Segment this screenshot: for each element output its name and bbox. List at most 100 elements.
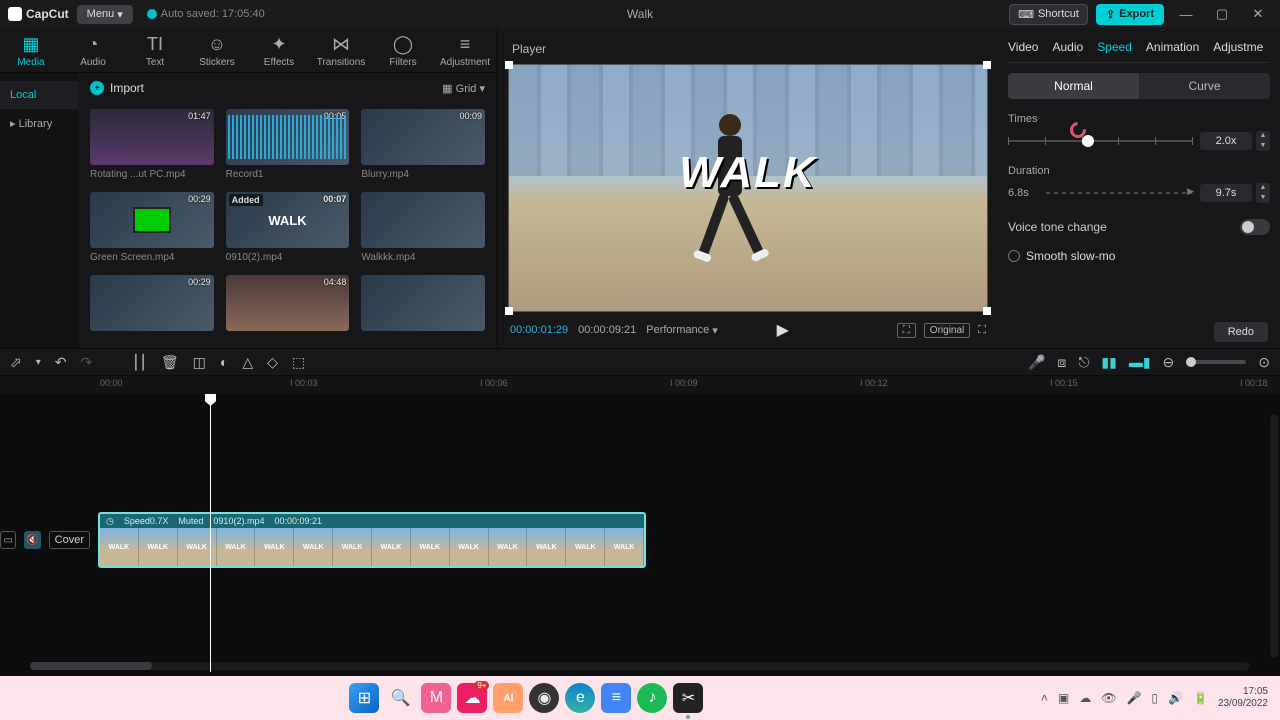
performance-dropdown[interactable]: Performance ▾: [646, 324, 718, 337]
minimize-button[interactable]: —: [1172, 3, 1200, 25]
tray-wifi-icon[interactable]: 👁: [1101, 691, 1116, 705]
shortcut-button[interactable]: ⌨Shortcut: [1009, 4, 1088, 25]
taskbar-app[interactable]: M: [421, 683, 451, 713]
tray-gpu-icon[interactable]: ▣: [1058, 691, 1069, 705]
duration-slider[interactable]: [1046, 192, 1192, 194]
taskbar-capcut[interactable]: ✂: [673, 683, 703, 713]
duration-value[interactable]: 9.7s: [1200, 184, 1252, 202]
lock-track-button[interactable]: ▭: [0, 531, 16, 549]
media-item[interactable]: Added00:07WALK0910(2).mp4: [226, 192, 350, 263]
tray-mic-icon[interactable]: 🎤: [1126, 691, 1141, 705]
play-button[interactable]: ▶: [777, 320, 789, 340]
redo-button[interactable]: Redo: [1214, 322, 1268, 342]
view-toggle[interactable]: ▦ Grid ▾: [442, 82, 485, 95]
tray-battery-icon[interactable]: 🔋: [1193, 691, 1208, 705]
media-item[interactable]: 00:09Blurry.mp4: [361, 109, 485, 180]
taskbar-obs[interactable]: ◉: [529, 683, 559, 713]
timeline-mode-icon[interactable]: ▬▮: [1129, 354, 1151, 371]
media-item[interactable]: 00:29Green Screen.mp4: [90, 192, 214, 263]
smooth-slowmo-row[interactable]: Smooth slow-mo: [1008, 249, 1270, 263]
playhead[interactable]: [210, 394, 211, 672]
timeline-clip[interactable]: ◷ Speed0.7X Muted 0910(2).mp4 00:00:09:2…: [98, 512, 646, 568]
preview-cut-icon[interactable]: ▮▮: [1101, 354, 1116, 371]
mic-icon[interactable]: 🎤: [1028, 354, 1045, 371]
times-slider[interactable]: [1008, 140, 1192, 142]
resize-handle[interactable]: [505, 61, 513, 69]
tab-stickers[interactable]: ☺Stickers: [186, 28, 248, 72]
taskbar-spotify[interactable]: ♪: [637, 683, 667, 713]
tab-video[interactable]: Video: [1008, 40, 1038, 54]
crop-frame-tool[interactable]: ◫: [193, 354, 206, 371]
cover-button[interactable]: Cover: [49, 531, 90, 549]
resize-handle[interactable]: [983, 307, 991, 315]
media-item[interactable]: 00:05Record1: [226, 109, 350, 180]
voice-tone-toggle[interactable]: [1240, 219, 1270, 235]
tab-audio[interactable]: Audio: [1052, 40, 1083, 54]
link-icon[interactable]: ⎋: [1078, 354, 1089, 371]
mirror-tool[interactable]: △: [242, 354, 253, 371]
tab-media[interactable]: ▦Media: [0, 28, 62, 72]
tab-transitions[interactable]: ⋈Transitions: [310, 28, 372, 72]
split-tool[interactable]: ⎮⎮: [132, 354, 147, 371]
resize-handle[interactable]: [505, 307, 513, 315]
import-button[interactable]: +Import: [90, 81, 144, 95]
timeline-ruler[interactable]: 00:00 I 00:03 I 00:06 I 00:09 I 00:12 I …: [0, 376, 1280, 394]
redo-button-toolbar[interactable]: ↷: [81, 354, 93, 371]
tab-animation[interactable]: Animation: [1146, 40, 1199, 54]
tab-text[interactable]: TIText: [124, 28, 186, 72]
rotate-tool[interactable]: ◇: [267, 354, 278, 371]
chevron-down-icon[interactable]: ▾: [36, 357, 41, 368]
tab-effects[interactable]: ✦Effects: [248, 28, 310, 72]
tab-speed[interactable]: Speed: [1097, 40, 1132, 54]
mode-normal[interactable]: Normal: [1008, 73, 1139, 99]
taskbar-clock[interactable]: 17:0523/09/2022: [1218, 686, 1268, 710]
fullscreen-button[interactable]: ⛶: [978, 324, 986, 337]
mode-curve[interactable]: Curve: [1139, 73, 1270, 99]
tab-filters[interactable]: ◯Filters: [372, 28, 434, 72]
tray-cast-icon[interactable]: ▯: [1151, 691, 1158, 705]
undo-button[interactable]: ↶: [55, 354, 67, 371]
media-item[interactable]: [361, 275, 485, 335]
zoom-out-button[interactable]: ⊖: [1163, 354, 1175, 371]
resize-handle[interactable]: [983, 61, 991, 69]
taskbar-search[interactable]: 🔍: [385, 683, 415, 713]
zoom-slider[interactable]: [1186, 360, 1246, 364]
tab-adjustment[interactable]: Adjustme: [1213, 40, 1263, 54]
duration-stepper[interactable]: ▲▼: [1256, 183, 1270, 203]
maximize-button[interactable]: ▢: [1208, 3, 1236, 25]
start-button[interactable]: ⊞: [349, 683, 379, 713]
taskbar-edge[interactable]: e: [565, 683, 595, 713]
tab-adjustment[interactable]: ≡Adjustment: [434, 28, 496, 72]
tray-onedrive-icon[interactable]: ☁: [1079, 691, 1091, 705]
taskbar-app[interactable]: AI: [493, 683, 523, 713]
delete-tool[interactable]: 🗑: [161, 354, 179, 371]
media-item[interactable]: 01:47Rotating ...ut PC.mp4: [90, 109, 214, 180]
export-button[interactable]: ⇪Export: [1096, 4, 1164, 25]
vertical-scrollbar[interactable]: [1270, 414, 1278, 658]
media-item[interactable]: 04:48: [226, 275, 350, 335]
tray-volume-icon[interactable]: 🔊: [1168, 691, 1183, 705]
close-button[interactable]: ✕: [1244, 3, 1272, 25]
track-area[interactable]: ▭ 🔇 Cover ◷ Speed0.7X Muted 0910(2).mp4 …: [0, 394, 1280, 672]
player-viewport[interactable]: WALK: [508, 64, 988, 312]
taskbar-docs[interactable]: ≡: [601, 683, 631, 713]
taskbar-app[interactable]: ☁9+: [457, 683, 487, 713]
mute-track-button[interactable]: 🔇: [24, 531, 40, 549]
tab-audio[interactable]: ◔Audio: [62, 28, 124, 72]
times-stepper[interactable]: ▲▼: [1256, 131, 1270, 151]
crop-tool[interactable]: ⬚: [292, 354, 305, 371]
media-item[interactable]: 00:29: [90, 275, 214, 335]
sidebar-local[interactable]: Local: [0, 81, 78, 109]
media-item[interactable]: Walkkk.mp4: [361, 192, 485, 263]
tray-chevron-icon[interactable]: ˄: [1041, 691, 1048, 705]
menu-button[interactable]: Menu▾: [77, 5, 133, 24]
sidebar-library[interactable]: ▸ Library: [0, 109, 78, 138]
horizontal-scrollbar[interactable]: [30, 662, 1250, 670]
ratio-button[interactable]: ⛶: [897, 323, 916, 338]
zoom-fit-button[interactable]: ⊙: [1258, 354, 1270, 371]
reverse-tool[interactable]: ◐: [220, 354, 228, 370]
magnet-icon[interactable]: ⧈: [1057, 354, 1066, 371]
times-value[interactable]: 2.0x: [1200, 132, 1252, 150]
select-tool[interactable]: ⬀: [10, 354, 22, 371]
quality-original-button[interactable]: Original: [924, 323, 970, 338]
